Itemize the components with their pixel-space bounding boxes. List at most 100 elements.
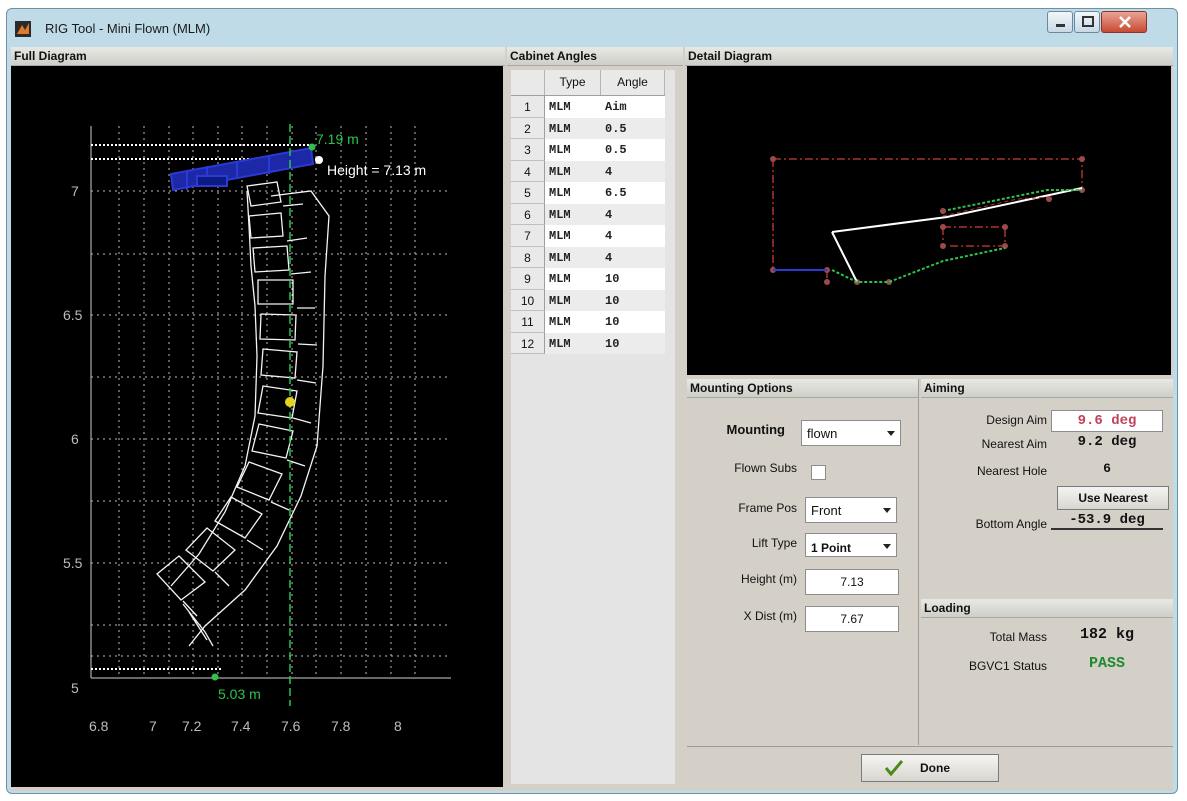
table-row[interactable]: 2 MLM 0.5 [511, 117, 665, 139]
angle-cell[interactable]: 4 [601, 225, 665, 247]
corner-cell [511, 70, 545, 95]
minimize-button[interactable] [1047, 11, 1073, 33]
col-angle-header: Angle [601, 70, 665, 95]
type-cell[interactable]: MLM [545, 203, 601, 225]
type-cell[interactable]: MLM [545, 289, 601, 311]
height-label: Height (m) [740, 572, 797, 586]
close-icon [1119, 16, 1131, 28]
angle-cell[interactable]: Aim [601, 96, 665, 118]
status-label: BGVC1 Status [968, 659, 1047, 673]
row-index: 10 [511, 289, 545, 311]
table-row[interactable]: 11 MLM 10 [511, 311, 665, 333]
angle-cell[interactable]: 10 [601, 289, 665, 311]
type-cell[interactable]: MLM [545, 160, 601, 182]
detail-array-top [831, 187, 1083, 233]
table-row[interactable]: 10 MLM 10 [511, 289, 665, 311]
x-tick-6-8: 6.8 [89, 718, 109, 734]
angle-cell[interactable]: 4 [601, 203, 665, 225]
table-row[interactable]: 4 MLM 4 [511, 160, 665, 182]
y-tick-5: 5 [71, 680, 79, 696]
total-mass-value: 182 kg [1079, 626, 1134, 643]
x-tick-7-2: 7.2 [182, 718, 202, 734]
height-input[interactable]: 7.13 [805, 569, 899, 595]
row-index: 6 [511, 203, 545, 225]
frame-pos-value: Front [811, 503, 842, 518]
angle-cell[interactable]: 0.5 [601, 139, 665, 161]
row-index: 7 [511, 225, 545, 247]
type-cell[interactable]: MLM [545, 139, 601, 161]
design-aim-field[interactable]: 9.6 deg [1051, 410, 1163, 432]
full-diagram-panel: Full Diagram 7 6.5 6 5.5 5 6.8 7 7.2 7.4… [11, 47, 505, 787]
x-tick-7-4: 7.4 [231, 718, 251, 734]
close-button[interactable] [1101, 11, 1147, 33]
lift-type-value: 1 Point [811, 541, 852, 555]
row-index: 4 [511, 160, 545, 182]
full-diagram-plot[interactable]: 7 6.5 6 5.5 5 6.8 7 7.2 7.4 7.6 7.8 8 7.… [11, 66, 503, 787]
flown-subs-checkbox[interactable] [811, 465, 826, 480]
type-cell[interactable]: MLM [545, 96, 601, 118]
status-value: PASS [1088, 655, 1125, 672]
angle-cell[interactable]: 0.5 [601, 117, 665, 139]
cabinet-angles-table[interactable]: Type Angle 1 MLM Aim 2 MLM 0.5 3 MLM 0.5 4 MLM 4… [511, 70, 665, 354]
type-cell[interactable]: MLM [545, 225, 601, 247]
table-row[interactable]: 5 MLM 6.5 [511, 182, 665, 204]
table-row[interactable]: 3 MLM 0.5 [511, 139, 665, 161]
total-mass-label: Total Mass [989, 630, 1047, 644]
done-button[interactable]: Done [861, 754, 999, 782]
type-cell[interactable]: MLM [545, 268, 601, 290]
design-aim-label: Design Aim [986, 413, 1047, 427]
type-cell[interactable]: MLM [545, 117, 601, 139]
angle-cell[interactable]: 10 [601, 311, 665, 333]
type-cell[interactable]: MLM [545, 311, 601, 333]
frame-pos-dropdown[interactable]: Front [805, 497, 897, 523]
angle-cell[interactable]: 4 [601, 246, 665, 268]
y-tick-6: 6 [71, 431, 79, 447]
table-row[interactable]: 9 MLM 10 [511, 268, 665, 290]
angle-cell[interactable]: 6.5 [601, 182, 665, 204]
detail-diagram-header: Detail Diagram [685, 47, 1173, 66]
xdist-input[interactable]: 7.67 [805, 606, 899, 632]
type-cell[interactable]: MLM [545, 246, 601, 268]
aiming-header: Aiming [921, 379, 1173, 398]
use-nearest-button[interactable]: Use Nearest [1057, 486, 1169, 510]
matlab-app-icon [15, 21, 31, 37]
row-index: 12 [511, 332, 545, 354]
cabinet-angles-header: Cabinet Angles [507, 47, 683, 66]
array-plot: 7 6.5 6 5.5 5 6.8 7 7.2 7.4 7.6 7.8 8 7.… [63, 124, 451, 734]
table-header: Type Angle [511, 70, 665, 96]
aiming-panel: Aiming Design Aim 9.6 deg Nearest Aim 9.… [921, 379, 1173, 597]
detail-diagram-plot[interactable] [687, 66, 1171, 375]
flown-subs-label: Flown Subs [734, 461, 797, 475]
y-gridlines [91, 190, 451, 657]
title-bar: RIG Tool - Mini Flown (MLM) [7, 9, 1177, 47]
maximize-button[interactable] [1074, 11, 1100, 33]
type-cell[interactable]: MLM [545, 182, 601, 204]
top-marker [308, 143, 316, 151]
angle-cell[interactable]: 4 [601, 160, 665, 182]
nearest-hole-label: Nearest Hole [976, 464, 1047, 478]
row-index: 2 [511, 117, 545, 139]
row-index: 3 [511, 139, 545, 161]
height-label: Height = 7.13 m [327, 162, 426, 178]
table-row[interactable]: 1 MLM Aim [511, 96, 665, 118]
col-type-header: Type [545, 70, 601, 95]
mounting-dropdown[interactable]: flown [801, 420, 901, 446]
loading-panel: Loading Total Mass 182 kg BGVC1 Status P… [921, 599, 1173, 745]
angle-cell[interactable]: 10 [601, 332, 665, 354]
table-row[interactable]: 6 MLM 4 [511, 203, 665, 225]
bottom-separator [687, 746, 1173, 747]
nearest-aim-value: 9.2 deg [1077, 434, 1137, 450]
table-row[interactable]: 12 MLM 10 [511, 332, 665, 354]
type-cell[interactable]: MLM [545, 332, 601, 354]
row-index: 9 [511, 268, 545, 290]
lift-type-label: Lift Type [751, 536, 797, 550]
lift-type-dropdown[interactable]: 1 Point [805, 533, 897, 557]
window-title: RIG Tool - Mini Flown (MLM) [45, 21, 211, 36]
x-tick-7: 7 [149, 718, 157, 734]
mounting-value: flown [807, 426, 838, 441]
table-row[interactable]: 7 MLM 4 [511, 225, 665, 247]
table-row[interactable]: 8 MLM 4 [511, 246, 665, 268]
mounting-label: Mounting [726, 422, 785, 437]
nearest-hole-value: 6 [1103, 461, 1111, 476]
angle-cell[interactable]: 10 [601, 268, 665, 290]
